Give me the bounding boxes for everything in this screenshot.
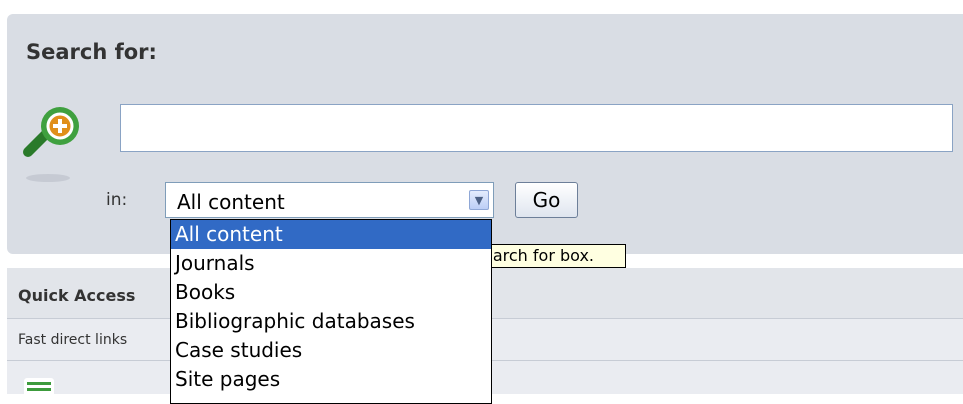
- search-input[interactable]: [120, 104, 953, 152]
- quick-access-subtitle: Fast direct links: [18, 332, 128, 348]
- go-button[interactable]: Go: [515, 182, 578, 218]
- tooltip: earch for box.: [470, 244, 626, 268]
- dropdown-option-case-studies[interactable]: Case studies: [171, 336, 491, 365]
- scope-select-value: All content: [177, 190, 285, 214]
- search-title: Search for:: [26, 40, 157, 64]
- dropdown-option-all-content[interactable]: All content: [171, 220, 491, 249]
- scope-label: in:: [106, 190, 128, 210]
- scope-dropdown-list[interactable]: All content Journals Books Bibliographic…: [170, 219, 492, 404]
- dropdown-option-site-pages[interactable]: Site pages: [171, 365, 491, 394]
- scope-select[interactable]: All content ▼: [165, 182, 494, 218]
- dropdown-option-journals[interactable]: Journals: [171, 249, 491, 278]
- dropdown-option-books[interactable]: Books: [171, 278, 491, 307]
- list-icon: [24, 378, 54, 398]
- chevron-down-icon[interactable]: ▼: [469, 190, 489, 210]
- magnifier-plus-icon: [23, 107, 79, 182]
- quick-access-title: Quick Access: [18, 286, 136, 305]
- dropdown-option-bibliographic-databases[interactable]: Bibliographic databases: [171, 307, 491, 336]
